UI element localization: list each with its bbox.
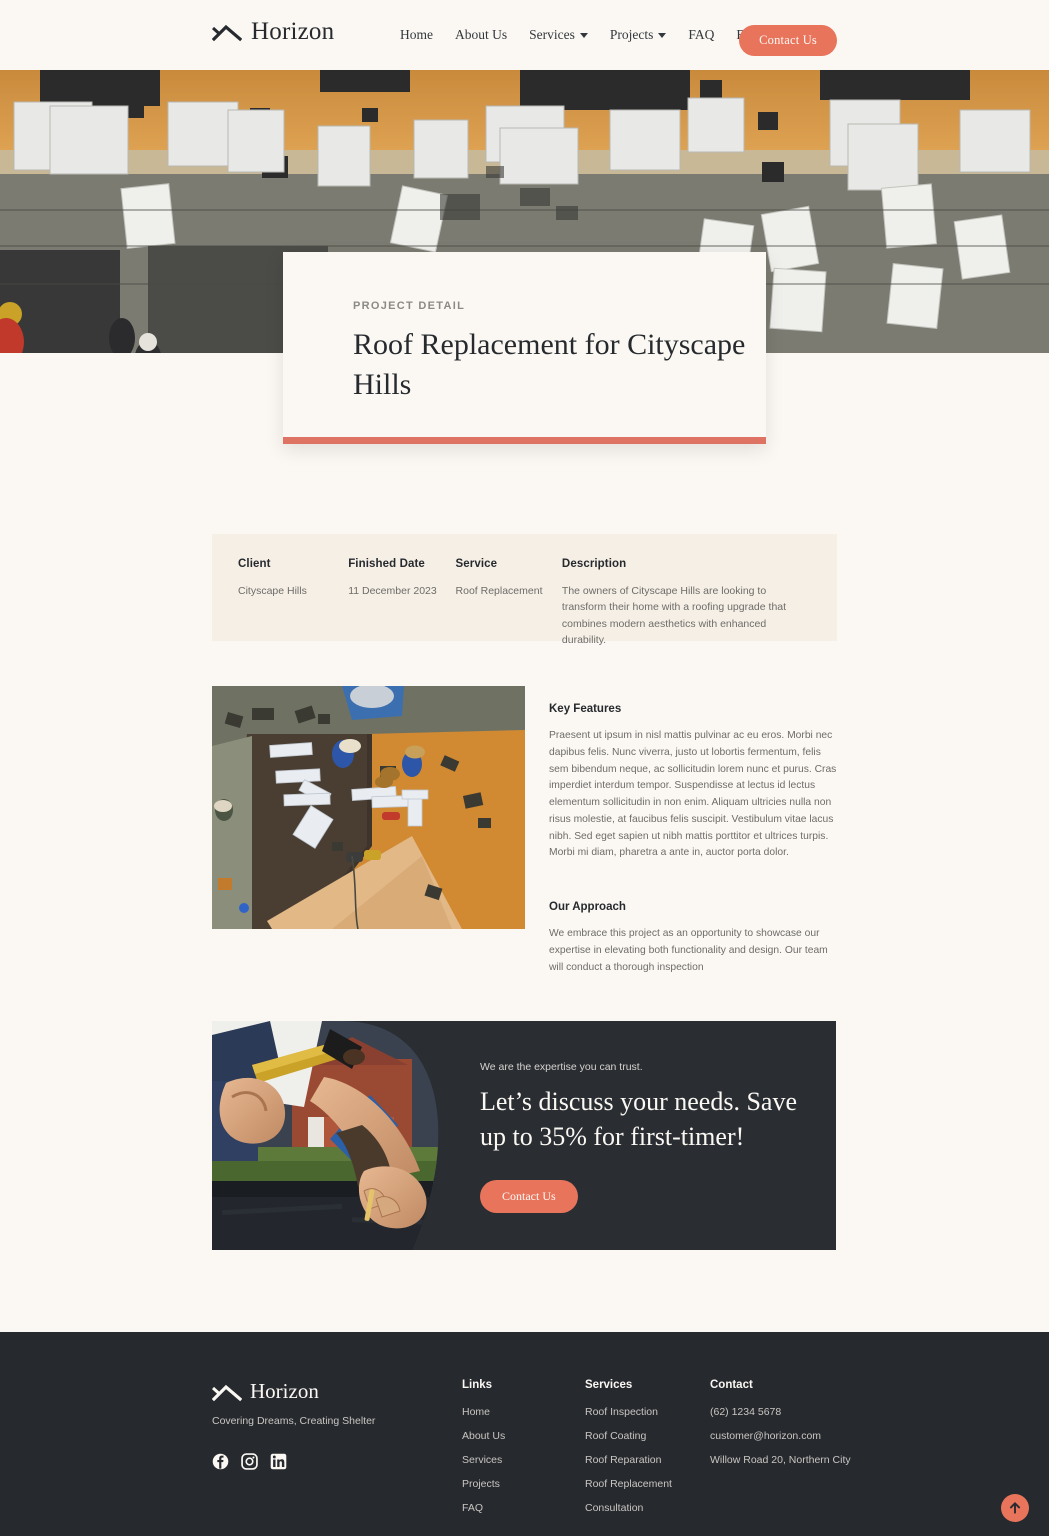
arrow-up-icon	[1009, 1502, 1021, 1514]
footer-link-faq[interactable]: FAQ	[462, 1502, 505, 1514]
nav-item-projects[interactable]: Projects	[610, 27, 667, 43]
project-detail-text: Key Features Praesent ut ipsum in nisl m…	[549, 703, 837, 977]
footer-link-home[interactable]: Home	[462, 1406, 505, 1418]
page-title: Roof Replacement for Cityscape Hills	[353, 328, 746, 401]
cta-title: Let’s discuss your needs. Save up to 35%…	[480, 1087, 798, 1151]
nav-label: Projects	[609, 27, 654, 42]
meta-value: Roof Replacement	[455, 585, 543, 597]
meta-label: Finished Date	[348, 558, 425, 570]
meta-label: Service	[455, 558, 498, 570]
card-eyebrow: PROJECT DETAIL	[353, 300, 466, 312]
footer-social-links	[212, 1453, 375, 1470]
footer-contact-email[interactable]: customer@horizon.com	[710, 1430, 851, 1442]
nav-item-about-us[interactable]: About Us	[455, 27, 507, 43]
footer-logo[interactable]: Horizon	[212, 1379, 375, 1404]
nav-label: Services	[529, 27, 575, 42]
footer-contact-phone[interactable]: (62) 1234 5678	[710, 1406, 851, 1418]
nav-item-services[interactable]: Services	[529, 27, 588, 43]
scroll-to-top-button[interactable]	[1001, 1494, 1029, 1522]
key-features-heading: Key Features	[549, 703, 622, 715]
cta-contact-us-button[interactable]: Contact Us	[480, 1180, 578, 1214]
roofer-hammer-photo	[212, 1021, 439, 1250]
cta-section: We are the expertise you can trust. Let’…	[212, 1021, 836, 1250]
project-meta-bar: Client Cityscape Hills Finished Date 11 …	[212, 534, 837, 646]
our-approach-body: We embrace this project as an opportunit…	[549, 928, 828, 973]
meta-value: The owners of Cityscape Hills are lookin…	[561, 585, 787, 646]
footer-links-column: Links Home About Us Services Projects FA…	[462, 1379, 505, 1526]
instagram-icon[interactable]	[241, 1453, 258, 1470]
site-header: Horizon Home About Us Services Projects …	[0, 0, 1049, 70]
meta-value: Cityscape Hills	[238, 585, 307, 597]
footer-contact-address: Willow Road 20, Northern City	[710, 1454, 851, 1466]
chevron-down-icon	[658, 32, 667, 38]
main-nav: Home About Us Services Projects FAQ Blog	[400, 27, 776, 43]
brand-logo[interactable]: Horizon	[212, 19, 334, 44]
footer-service-roof-coating[interactable]: Roof Coating	[585, 1430, 672, 1442]
cta-eyebrow: We are the expertise you can trust.	[480, 1061, 643, 1073]
footer-link-about-us[interactable]: About Us	[462, 1430, 505, 1442]
nav-label: About Us	[455, 27, 508, 42]
footer-tagline: Covering Dreams, Creating Shelter	[212, 1415, 376, 1427]
our-approach-heading: Our Approach	[549, 901, 626, 914]
footer-contact-heading: Contact	[710, 1379, 753, 1391]
site-footer: Horizon Covering Dreams, Creating Shelte…	[0, 1332, 1049, 1536]
roof-logo-icon	[212, 1384, 242, 1401]
footer-service-roof-reparation[interactable]: Roof Reparation	[585, 1454, 672, 1466]
meta-label: Description	[561, 558, 627, 570]
meta-description: Description The owners of Cityscape Hill…	[561, 558, 807, 646]
page-root: Horizon Home About Us Services Projects …	[0, 0, 1049, 1536]
roof-worksite-photo	[212, 686, 525, 929]
nav-item-faq[interactable]: FAQ	[688, 27, 714, 43]
chevron-down-icon	[579, 32, 588, 38]
project-photo	[212, 686, 525, 929]
footer-services-heading: Services	[585, 1379, 633, 1391]
nav-label: Home	[400, 27, 433, 42]
footer-link-services[interactable]: Services	[462, 1454, 505, 1466]
meta-finished-date: Finished Date 11 December 2023	[348, 558, 455, 641]
footer-link-projects[interactable]: Projects	[462, 1478, 505, 1490]
footer-brand-name: Horizon	[250, 1379, 319, 1403]
footer-brand: Horizon Covering Dreams, Creating Shelte…	[212, 1379, 375, 1470]
nav-label: FAQ	[688, 27, 715, 42]
footer-service-roof-replacement[interactable]: Roof Replacement	[585, 1478, 672, 1490]
footer-services-column: Services Roof Inspection Roof Coating Ro…	[585, 1379, 672, 1526]
footer-links-heading: Links	[462, 1379, 493, 1391]
meta-label: Client	[238, 558, 271, 570]
meta-client: Client Cityscape Hills	[238, 558, 348, 641]
meta-value: 11 December 2023	[348, 585, 437, 597]
nav-item-home[interactable]: Home	[400, 27, 433, 43]
footer-contact-column: Contact (62) 1234 5678 customer@horizon.…	[710, 1379, 851, 1478]
cta-body: We are the expertise you can trust. Let’…	[480, 1061, 810, 1214]
footer-service-consultation[interactable]: Consultation	[585, 1502, 672, 1514]
roof-logo-icon	[212, 24, 242, 41]
header-contact-us-button[interactable]: Contact Us	[739, 25, 837, 56]
footer-service-roof-inspection[interactable]: Roof Inspection	[585, 1406, 672, 1418]
brand-name: Horizon	[251, 18, 335, 45]
facebook-icon[interactable]	[212, 1453, 229, 1470]
meta-service: Service Roof Replacement	[456, 558, 562, 641]
key-features-body: Praesent ut ipsum in nisl mattis pulvina…	[549, 730, 837, 859]
project-detail-card: PROJECT DETAIL Roof Replacement for City…	[283, 252, 766, 444]
linkedin-icon[interactable]	[270, 1453, 287, 1470]
